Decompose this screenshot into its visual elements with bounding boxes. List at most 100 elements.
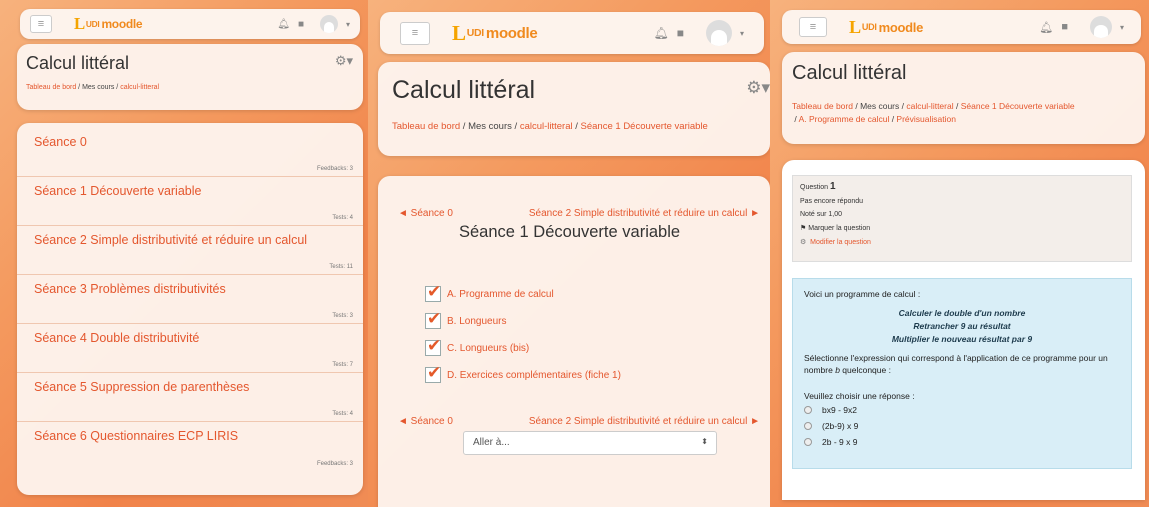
activity-item[interactable]: B. Longueurs	[425, 309, 507, 329]
activity-item[interactable]: D. Exercices complémentaires (fiche 1)	[425, 363, 621, 383]
question-grade: Noté sur 1,00	[800, 211, 843, 218]
radio-button[interactable]	[804, 438, 812, 446]
jump-to-select[interactable]: Aller à... ⬍	[463, 431, 717, 455]
breadcrumb-link[interactable]: Séance 1 Découverte variable	[961, 101, 1075, 111]
choose-answer-label: Veuillez choisir une réponse :	[804, 391, 915, 401]
activity-link[interactable]: A. Programme de calcul	[447, 289, 554, 300]
activity-link[interactable]: B. Longueurs	[447, 316, 507, 327]
answer-label[interactable]: bx9 - 9x2	[822, 405, 857, 415]
answer-option[interactable]: bx9 - 9x2	[804, 405, 1120, 415]
answer-option[interactable]: 2b - 9 x 9	[804, 437, 1120, 447]
prompt-text-end: quelconque :	[839, 365, 891, 375]
caret-down-icon[interactable]: ▾	[1120, 23, 1124, 32]
breadcrumb-link[interactable]: Tableau de bord	[392, 121, 460, 132]
breadcrumb-item[interactable]: Mes cours	[468, 121, 512, 132]
user-avatar-icon[interactable]	[1089, 16, 1112, 38]
course-page-panel: ≡ L UDI moodle 🔔︎ ■ ▾ Calcul littéral ⚙▾ T…	[0, 0, 368, 507]
gear-icon[interactable]: ⚙▾	[335, 53, 353, 69]
radio-button[interactable]	[804, 422, 812, 430]
activity-link[interactable]: C. Longueurs (bis)	[447, 343, 529, 354]
breadcrumb-item[interactable]: Mes cours	[82, 84, 114, 91]
caret-down-icon[interactable]: ▾	[740, 29, 744, 38]
navbar: ≡ L UDI moodle 🔔︎ ■ ▾	[380, 12, 764, 54]
bell-icon[interactable]: 🔔︎	[1039, 21, 1053, 34]
bell-icon[interactable]: 🔔︎	[654, 26, 669, 40]
user-avatar-icon[interactable]	[319, 15, 338, 33]
section-link[interactable]: Séance 1 Découverte variable	[34, 184, 346, 198]
checkbox-checked-icon[interactable]	[425, 282, 441, 302]
section-link[interactable]: Séance 0	[34, 135, 346, 149]
breadcrumb-link[interactable]: calcul-litteral	[120, 84, 159, 91]
breadcrumb-link[interactable]: Séance 1 Découverte variable	[581, 121, 708, 132]
list-item[interactable]: Séance 6 Questionnaires ECP LIRIS Feedbac…	[17, 422, 363, 471]
hamburger-icon[interactable]: ≡	[400, 21, 430, 45]
section-stats: Tests: 4	[332, 215, 353, 221]
section-link[interactable]: Séance 4 Double distributivité	[34, 331, 346, 345]
list-item[interactable]: Séance 0 Feedbacks: 3	[17, 128, 363, 177]
page-title: Calcul littéral	[792, 62, 907, 84]
section-link[interactable]: Séance 6 Questionnaires ECP LIRIS	[34, 429, 346, 443]
bell-icon[interactable]: 🔔︎	[277, 19, 290, 30]
list-item[interactable]: Séance 3 Problèmes distributivités Tests:…	[17, 275, 363, 324]
flag-question[interactable]: ⚑ Marquer la question	[800, 224, 1124, 232]
chat-icon[interactable]: ■	[677, 26, 684, 40]
question-text: Voici un programme de calcul : Calculer …	[792, 278, 1132, 469]
nav-icons: 🔔︎ ■ ▾	[277, 15, 350, 33]
activity-item[interactable]: C. Longueurs (bis)	[425, 336, 529, 356]
breadcrumb: Tableau de bord / Mes cours / calcul-lit…	[26, 84, 160, 91]
caret-down-icon[interactable]: ▾	[346, 20, 350, 29]
answer-label[interactable]: 2b - 9 x 9	[822, 437, 857, 447]
section-page-panel: ≡ L UDI moodle 🔔︎ ■ ▾ Calcul littéral ⚙▾ T…	[368, 0, 770, 507]
activity-link[interactable]: D. Exercices complémentaires (fiche 1)	[447, 370, 621, 381]
breadcrumb-link[interactable]: calcul-litteral	[520, 121, 573, 132]
chat-icon[interactable]: ■	[1061, 21, 1068, 33]
page-header: Calcul littéral Tableau de bord / Mes co…	[782, 52, 1145, 144]
section-link[interactable]: Séance 2 Simple distributivité et réduir…	[34, 233, 346, 247]
answer-option[interactable]: (2b-9) x 9	[804, 421, 1120, 431]
next-section-link[interactable]: Séance 2 Simple distributivité et réduir…	[529, 208, 760, 219]
hamburger-icon[interactable]: ≡	[30, 15, 52, 33]
breadcrumb-link[interactable]: calcul-litteral	[906, 101, 953, 111]
list-item[interactable]: Séance 5 Suppression de parenthèses Tests…	[17, 373, 363, 422]
section-stats: Feedbacks: 3	[316, 461, 353, 467]
logo-moodle: moodle	[878, 19, 924, 35]
breadcrumb-link[interactable]: Tableau de bord	[792, 101, 853, 111]
checkbox-checked-icon[interactable]	[425, 336, 441, 356]
activity-item[interactable]: A. Programme de calcul	[425, 282, 554, 302]
edit-question[interactable]: ⚙ Modifier la question	[800, 238, 1124, 246]
section-link[interactable]: Séance 3 Problèmes distributivités	[34, 282, 346, 296]
logo-moodle: moodle	[485, 24, 538, 42]
next-section-link[interactable]: Séance 2 Simple distributivité et réduir…	[529, 416, 760, 427]
checkbox-checked-icon[interactable]	[425, 363, 441, 383]
radio-button[interactable]	[804, 406, 812, 414]
list-item[interactable]: Séance 4 Double distributivité Tests: 7	[17, 324, 363, 373]
section-heading: Séance 1 Découverte variable	[459, 223, 681, 241]
gear-icon[interactable]: ⚙▾	[746, 78, 770, 98]
hamburger-icon[interactable]: ≡	[799, 17, 827, 37]
flag-question-label[interactable]: Marquer la question	[808, 225, 870, 232]
gear-icon[interactable]: ⚙	[800, 239, 806, 246]
breadcrumb-link[interactable]: Prévisualisation	[896, 114, 956, 124]
logo[interactable]: L UDI moodle	[849, 17, 923, 38]
section-stats: Tests: 4	[332, 411, 353, 417]
answer-label[interactable]: (2b-9) x 9	[822, 421, 858, 431]
chat-icon[interactable]: ■	[298, 19, 304, 30]
logo[interactable]: L UDI moodle	[452, 21, 538, 46]
breadcrumb-link[interactable]: Tableau de bord	[26, 84, 76, 91]
user-avatar-icon[interactable]	[705, 20, 732, 46]
breadcrumb-item[interactable]: Mes cours	[860, 101, 899, 111]
checkbox-checked-icon[interactable]	[425, 309, 441, 329]
logo[interactable]: L UDI moodle	[74, 14, 143, 34]
list-item[interactable]: Séance 1 Découverte variable Tests: 4	[17, 177, 363, 226]
edit-question-link[interactable]: Modifier la question	[810, 239, 871, 246]
list-item[interactable]: Séance 2 Simple distributivité et réduir…	[17, 226, 363, 275]
section-stats: Feedbacks: 3	[316, 166, 353, 172]
section-link[interactable]: Séance 5 Suppression de parenthèses	[34, 380, 346, 394]
nav-icons: 🔔︎ ■ ▾	[1039, 16, 1124, 38]
flag-icon[interactable]: ⚑	[800, 225, 806, 232]
logo-udi: UDI	[466, 27, 484, 39]
prev-section-link[interactable]: ◄ Séance 0	[398, 416, 453, 427]
breadcrumb-link[interactable]: A. Programme de calcul	[799, 114, 890, 124]
prev-section-link[interactable]: ◄ Séance 0	[398, 208, 453, 219]
navbar: ≡ L UDI moodle 🔔︎ ■ ▾	[20, 9, 360, 39]
